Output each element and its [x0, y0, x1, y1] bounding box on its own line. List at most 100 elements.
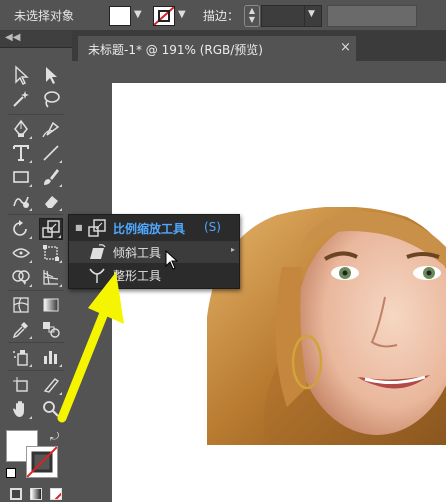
- separator: [8, 290, 64, 291]
- perspective-grid-icon: [43, 270, 59, 285]
- scale-tool[interactable]: [39, 218, 63, 240]
- portrait-photo[interactable]: [207, 207, 446, 445]
- stroke-color-swatch[interactable]: [26, 446, 58, 478]
- free-transform-tool[interactable]: [39, 242, 63, 264]
- fill-dropdown-icon[interactable]: ▼: [134, 9, 142, 20]
- flyout-item-reshape[interactable]: 整形工具: [69, 264, 239, 286]
- more-tools-indicator: [29, 208, 32, 211]
- swap-colors-icon[interactable]: ⤾: [50, 430, 59, 444]
- flyout-item-scale[interactable]: ■ 比例缩放工具 (S): [69, 217, 239, 239]
- curvature-pen-icon: [42, 121, 60, 138]
- close-tab-icon[interactable]: ×: [340, 40, 351, 55]
- pen-tool[interactable]: [9, 118, 33, 140]
- separator: [8, 114, 64, 115]
- stroke-weight-dropdown[interactable]: ▼: [304, 5, 322, 27]
- rotate-tool[interactable]: [9, 218, 33, 240]
- more-tools-indicator: [59, 160, 62, 163]
- pen-icon: [14, 119, 28, 137]
- flyout-item-label: 倾斜工具: [113, 246, 162, 260]
- flyout-item-shear[interactable]: 倾斜工具: [69, 241, 239, 263]
- more-tools-indicator: [29, 160, 32, 163]
- curvature-tool[interactable]: [39, 118, 63, 140]
- selection-status: 未选择对象: [14, 9, 75, 23]
- shaper-tool[interactable]: [9, 190, 33, 212]
- stroke-swatch[interactable]: [153, 6, 175, 26]
- line-segment-tool[interactable]: [39, 142, 63, 164]
- more-tools-indicator: [59, 284, 62, 287]
- stroke-weight-field[interactable]: [261, 5, 305, 27]
- flyout-item-label: 比例缩放工具: [113, 222, 186, 236]
- collapse-icon: ◀◀: [5, 32, 21, 43]
- none-mode-button[interactable]: [50, 488, 62, 500]
- perspective-grid-tool[interactable]: [39, 266, 63, 288]
- document-tab-bar: 未标题-1* @ 191% (RGB/预览) ×: [72, 31, 446, 61]
- default-colors-icon[interactable]: [6, 468, 16, 478]
- more-tools-indicator: [59, 184, 62, 187]
- hand-icon: [13, 401, 24, 417]
- separator: [8, 342, 64, 343]
- stroke-weight-stepper[interactable]: ▲ ▼: [244, 5, 260, 27]
- none-stroke-icon: [154, 7, 174, 25]
- type-tool[interactable]: [9, 142, 33, 164]
- more-tools-indicator: [29, 236, 32, 239]
- magic-wand-tool[interactable]: [9, 88, 33, 110]
- width-tool[interactable]: [9, 242, 33, 264]
- type-icon: [13, 145, 29, 161]
- column-graph-tool[interactable]: [39, 346, 63, 368]
- document-tab[interactable]: 未标题-1* @ 191% (RGB/预览) ×: [78, 36, 356, 61]
- none-color-icon: [54, 492, 61, 499]
- tools-panel: ⤾: [0, 48, 72, 502]
- style-field[interactable]: [327, 5, 417, 27]
- stroke-dropdown-icon[interactable]: ▼: [178, 9, 186, 20]
- more-tools-indicator: [59, 364, 62, 367]
- line-segment-icon: [43, 145, 59, 161]
- artboard-tool[interactable]: [9, 374, 33, 396]
- lasso-tool[interactable]: [39, 88, 63, 110]
- width-icon: [12, 248, 31, 258]
- slice-tool[interactable]: [39, 374, 63, 396]
- reshape-icon: [89, 268, 105, 283]
- paintbrush-tool[interactable]: [39, 166, 63, 188]
- gradient-tool[interactable]: [39, 294, 63, 316]
- shape-builder-tool[interactable]: [9, 266, 33, 288]
- eraser-icon: [45, 196, 58, 208]
- eraser-tool[interactable]: [39, 190, 63, 212]
- control-bar: 未选择对象 ▼ ▼ 描边： ▲ ▼ ▼: [0, 0, 446, 31]
- selection-tool[interactable]: [9, 64, 33, 86]
- selection-arrow-icon: [15, 65, 29, 85]
- blend-tool[interactable]: [39, 318, 63, 340]
- more-tools-indicator: [58, 235, 61, 238]
- artboard-icon: [13, 377, 28, 392]
- flyout-tearoff-icon[interactable]: ▸: [231, 245, 235, 254]
- rectangle-tool[interactable]: [9, 166, 33, 188]
- more-tools-indicator: [29, 364, 32, 367]
- document-tab-title: 未标题-1* @ 191% (RGB/预览): [88, 43, 263, 57]
- more-tools-indicator: [59, 260, 62, 263]
- flyout-item-shortcut: (S): [204, 220, 221, 234]
- free-transform-icon: [43, 245, 59, 261]
- eyedropper-icon: [12, 322, 28, 339]
- zoom-tool[interactable]: [39, 398, 63, 420]
- transform-tools-flyout: ■ 比例缩放工具 (S) 倾斜工具 ▸ 整形工具: [68, 214, 240, 289]
- watermark-text: 百度经验: [348, 448, 388, 459]
- color-mode-button[interactable]: [10, 488, 22, 500]
- gradient-mode-button[interactable]: [30, 488, 42, 500]
- tools-panel-header[interactable]: ◀◀: [0, 31, 72, 48]
- direct-selection-tool[interactable]: [39, 64, 63, 86]
- more-tools-indicator: [29, 416, 32, 419]
- direct-selection-arrow-icon: [46, 67, 57, 84]
- slice-icon: [43, 378, 60, 393]
- chevron-down-icon: ▼: [308, 9, 315, 19]
- fill-stroke-widget[interactable]: ⤾: [6, 428, 66, 478]
- portrait-image: [207, 207, 446, 445]
- hand-tool[interactable]: [9, 398, 33, 420]
- lasso-icon: [44, 91, 60, 108]
- mesh-tool[interactable]: [9, 294, 33, 316]
- flyout-item-label: 整形工具: [113, 269, 162, 283]
- more-tools-indicator: [29, 336, 32, 339]
- fill-swatch[interactable]: [109, 6, 131, 26]
- eyedropper-tool[interactable]: [9, 318, 33, 340]
- symbol-sprayer-tool[interactable]: [9, 346, 33, 368]
- current-tool-bullet: ■: [75, 223, 83, 232]
- shape-builder-icon: [12, 270, 30, 285]
